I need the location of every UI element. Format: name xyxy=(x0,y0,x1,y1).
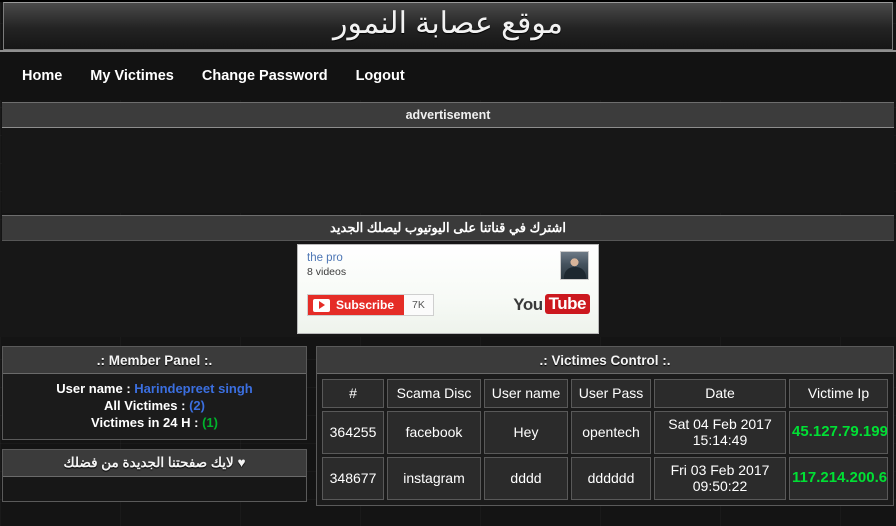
member-panel-body: User name : Harindepreet singh All Victi… xyxy=(3,374,306,439)
nav-item-home[interactable]: Home xyxy=(8,62,76,90)
member-victims-24h-row: Victimes in 24 H : (1) xyxy=(9,414,300,431)
cell-user-name: Hey xyxy=(484,410,568,454)
cell-date: Fri 03 Feb 2017 09:50:22 xyxy=(654,456,786,500)
like-page-panel: ♥ لايك صفحتنا الجديدة من فضلك xyxy=(2,449,307,503)
member-all-victims-row: All Victimes : (2) xyxy=(9,397,300,414)
cell-scama-disc: facebook xyxy=(387,410,481,454)
youtube-subscribe-row[interactable]: Subscribe 7K xyxy=(307,294,434,316)
nav-item-logout[interactable]: Logout xyxy=(342,62,419,90)
column-header-scama-disc[interactable]: Scama Disc xyxy=(387,379,481,408)
cell-id: 348677 xyxy=(322,456,384,500)
column-header-user-pass[interactable]: User Pass xyxy=(571,379,651,408)
member-all-victims-value: (2) xyxy=(189,398,205,414)
youtube-subscribe-button[interactable]: Subscribe xyxy=(308,295,405,315)
like-page-embed-slot xyxy=(3,477,306,502)
cell-date: Sat 04 Feb 2017 15:14:49 xyxy=(654,410,786,454)
member-username-value: Harindepreet singh xyxy=(134,381,253,396)
page-title: موقع عصابة النمور xyxy=(333,7,563,40)
table-header-row: # Scama Disc User name User Pass Date Vi… xyxy=(322,379,888,408)
site-header: موقع عصابة النمور xyxy=(3,2,893,50)
member-username-label: User name : xyxy=(56,381,131,396)
member-panel-title: .: Member Panel :. xyxy=(3,347,306,374)
youtube-widget-zone: the pro 8 videos Subscribe 7K You Tube xyxy=(0,241,896,337)
cell-user-pass: opentech xyxy=(571,410,651,454)
table-row[interactable]: 364255 facebook Hey opentech Sat 04 Feb … xyxy=(322,410,888,454)
column-header-date[interactable]: Date xyxy=(654,379,786,408)
member-panel: .: Member Panel :. User name : Harindepr… xyxy=(2,346,307,441)
like-page-text[interactable]: ♥ لايك صفحتنا الجديدة من فضلك xyxy=(3,450,306,478)
left-column: .: Member Panel :. User name : Harindepr… xyxy=(2,346,307,503)
victims-control-title: .: Victimes Control :. xyxy=(317,347,893,374)
right-column: .: Victimes Control :. # Scama Disc User… xyxy=(316,346,894,506)
member-victims-24h-value: (1) xyxy=(202,415,218,431)
cell-victime-ip: 45.127.79.199 xyxy=(789,410,888,454)
nav-item-change-password[interactable]: Change Password xyxy=(188,62,342,90)
victims-table-wrap: # Scama Disc User name User Pass Date Vi… xyxy=(317,374,893,505)
youtube-channel-name[interactable]: the pro xyxy=(307,252,590,265)
column-header-id[interactable]: # xyxy=(322,379,384,408)
advertisement-title: advertisement xyxy=(2,102,894,128)
youtube-logo: You Tube xyxy=(513,294,590,314)
column-header-user-name[interactable]: User name xyxy=(484,379,568,408)
youtube-subscriber-count: 7K xyxy=(404,295,433,315)
youtube-subscribe-widget[interactable]: the pro 8 videos Subscribe 7K You Tube xyxy=(297,244,599,334)
play-icon xyxy=(313,298,330,312)
column-header-victime-ip[interactable]: Victime Ip xyxy=(789,379,888,408)
main-navigation: Home My Victimes Change Password Logout xyxy=(0,50,896,100)
cell-victime-ip: 117.214.200.67 xyxy=(789,456,888,500)
cell-scama-disc: instagram xyxy=(387,456,481,500)
member-username-row: User name : Harindepreet singh xyxy=(9,380,300,397)
victims-table: # Scama Disc User name User Pass Date Vi… xyxy=(319,376,891,503)
victims-table-body: 364255 facebook Hey opentech Sat 04 Feb … xyxy=(322,410,888,500)
youtube-channel-avatar xyxy=(560,251,589,280)
page-root: موقع عصابة النمور Home My Victimes Chang… xyxy=(0,2,896,526)
victims-table-head: # Scama Disc User name User Pass Date Vi… xyxy=(322,379,888,408)
youtube-subscribe-label: Subscribe xyxy=(336,298,395,312)
member-victims-24h-label: Victimes in 24 H : xyxy=(91,415,199,431)
nav-item-my-victimes[interactable]: My Victimes xyxy=(76,62,188,90)
youtube-video-count: 8 videos xyxy=(307,266,347,279)
youtube-logo-tube: Tube xyxy=(544,294,590,314)
youtube-logo-you: You xyxy=(513,294,543,314)
advertisement-slot xyxy=(2,128,894,213)
member-all-victims-label: All Victimes : xyxy=(104,398,186,414)
cell-user-pass: dddddd xyxy=(571,456,651,500)
lower-section: .: Member Panel :. User name : Harindepr… xyxy=(0,337,896,506)
advertisement-section: advertisement xyxy=(2,102,894,213)
subscribe-banner-text: اشترك في قناتنا على اليوتيوب ليصلك الجدي… xyxy=(330,220,566,235)
cell-user-name: dddd xyxy=(484,456,568,500)
victims-control-panel: .: Victimes Control :. # Scama Disc User… xyxy=(316,346,894,506)
subscribe-banner: اشترك في قناتنا على اليوتيوب ليصلك الجدي… xyxy=(2,215,894,241)
table-row[interactable]: 348677 instagram dddd dddddd Fri 03 Feb … xyxy=(322,456,888,500)
cell-id: 364255 xyxy=(322,410,384,454)
